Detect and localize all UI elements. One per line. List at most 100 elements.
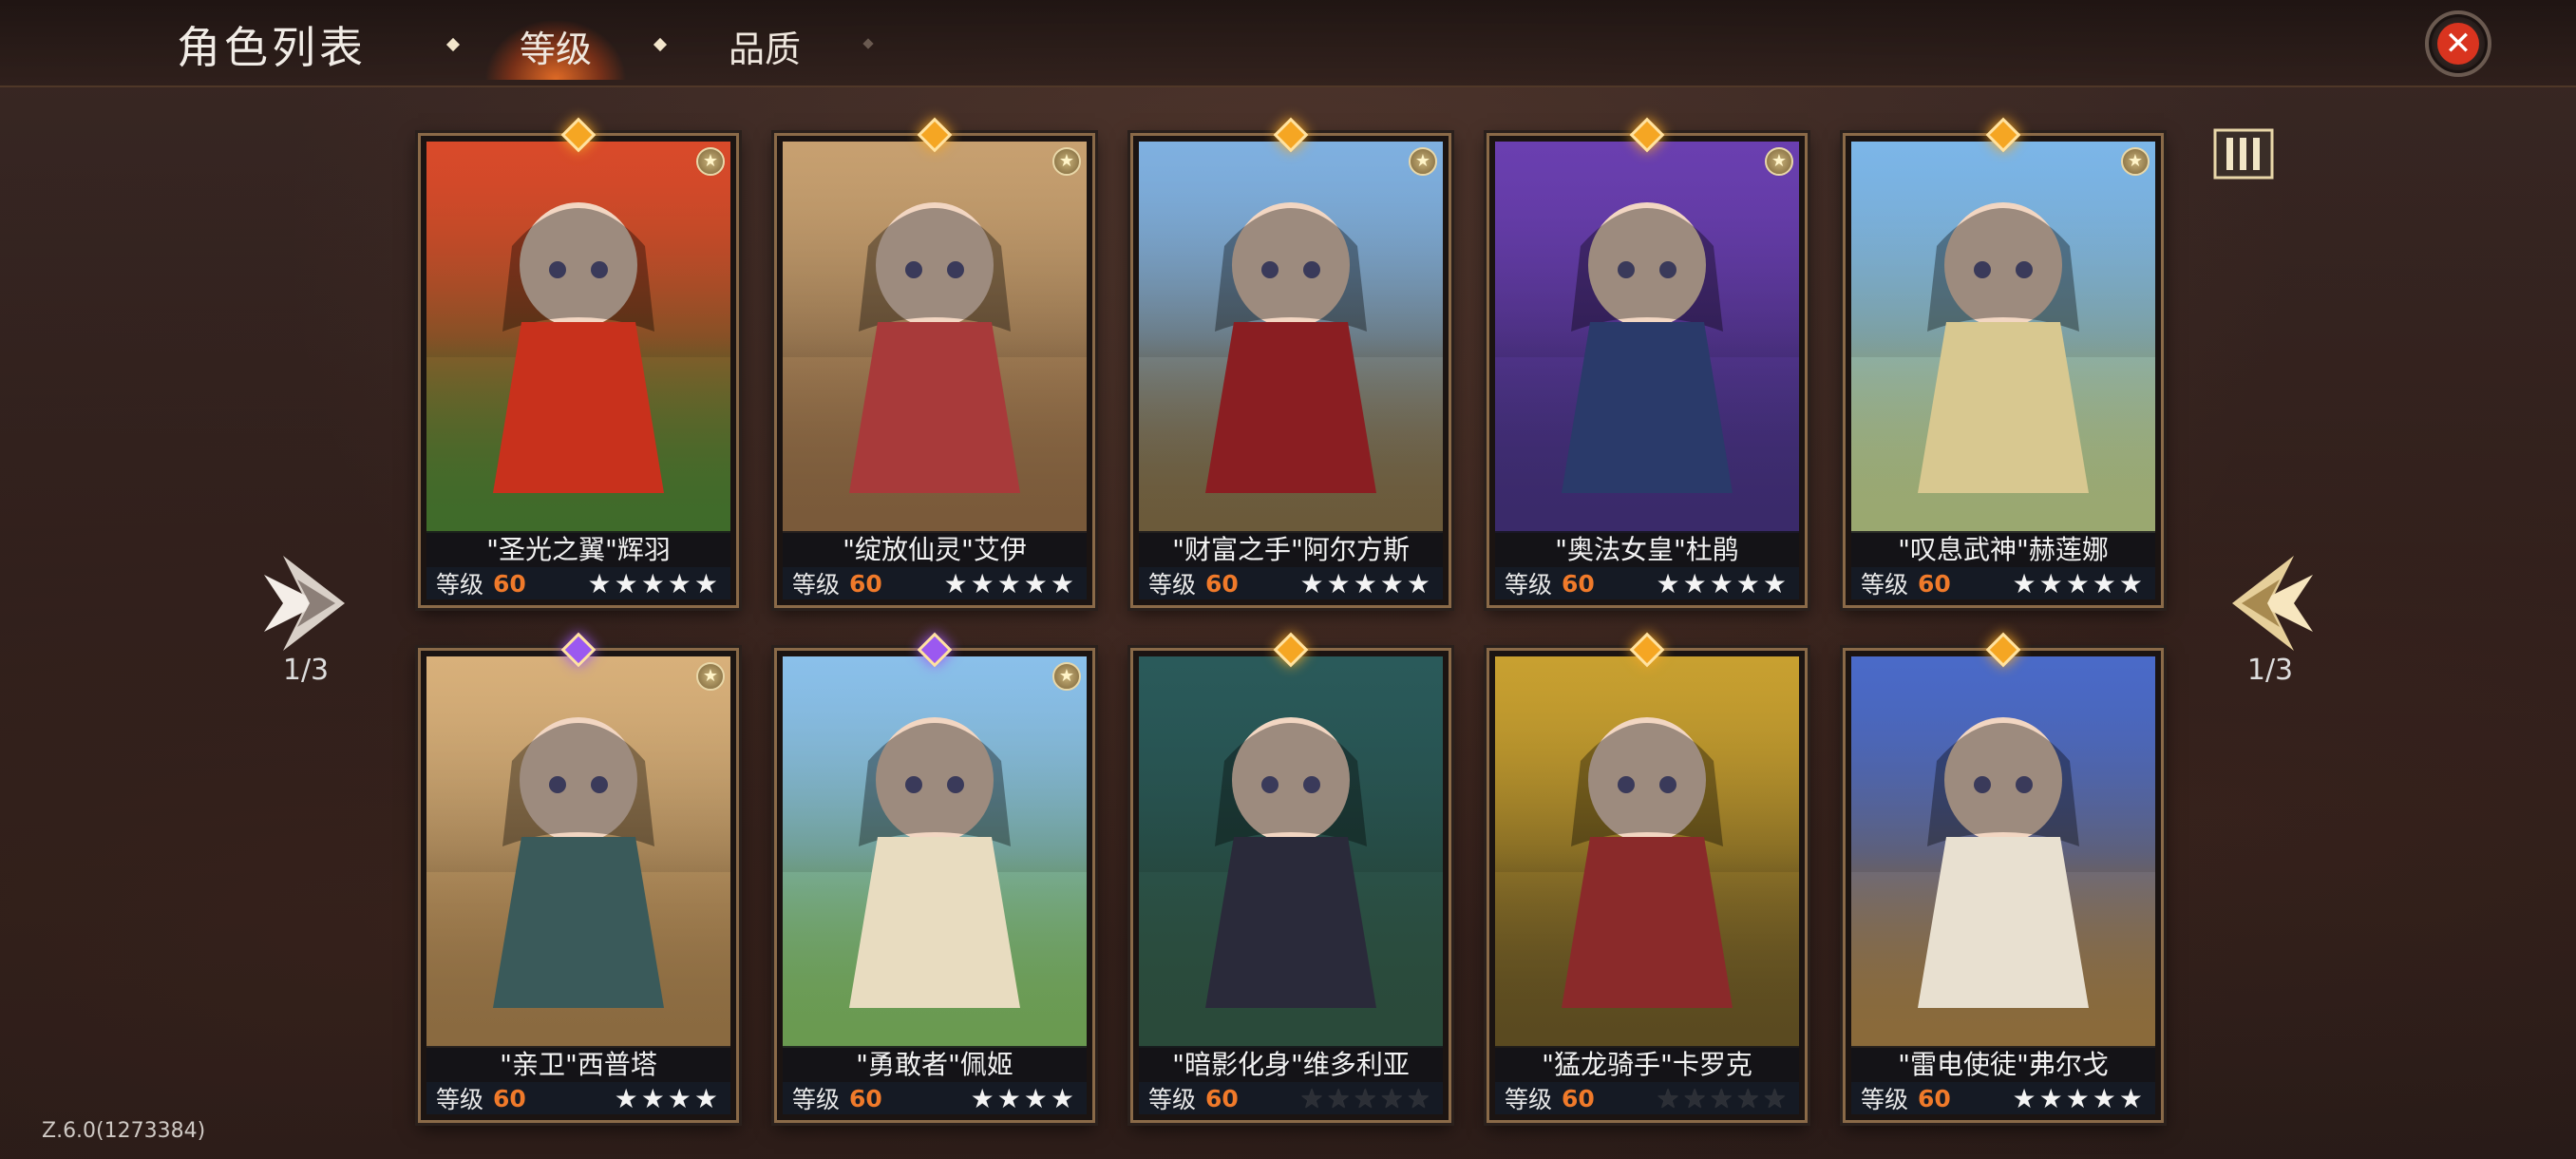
character-portrait	[783, 656, 1087, 1048]
version-label: Z.6.0(1273384)	[42, 1119, 206, 1143]
close-icon: ✕	[2437, 23, 2479, 65]
level-label: 等级	[1505, 1086, 1553, 1113]
character-name: "勇敢者"佩姬	[783, 1046, 1087, 1084]
character-figure	[1918, 202, 2089, 493]
character-name: "奥法女皇"杜鹃	[1495, 531, 1799, 569]
favorite-badge-icon: ★	[696, 662, 725, 691]
tab-divider	[862, 38, 874, 49]
card-footer: 等级 60 ★★★★	[783, 1082, 1087, 1114]
next-page-arrow-icon[interactable]	[2227, 551, 2322, 656]
character-figure	[493, 717, 664, 1008]
star-rating: ★★★★★	[1299, 567, 1433, 599]
star-rating: ★★★★★	[587, 567, 721, 599]
character-card[interactable]: "猛龙骑手"卡罗克 等级 60 ★★★★★	[1487, 632, 1808, 1123]
page-indicator-right: 1/3	[2246, 654, 2294, 687]
character-card[interactable]: ★ "勇敢者"佩姬 等级 60 ★★★★	[774, 632, 1095, 1123]
character-name: "绽放仙灵"艾伊	[783, 531, 1087, 569]
star-rating: ★★★★★	[943, 567, 1077, 599]
favorite-badge-icon: ★	[696, 147, 725, 176]
character-portrait	[426, 656, 730, 1048]
character-figure	[1205, 202, 1376, 493]
character-portrait	[1495, 656, 1799, 1048]
favorite-badge-icon: ★	[1052, 662, 1081, 691]
level-value: 60	[1918, 1084, 1951, 1112]
tab-quality[interactable]: 品质	[703, 19, 826, 80]
grid-menu-icon[interactable]	[2213, 128, 2274, 180]
previous-page-arrow-icon[interactable]	[255, 551, 350, 656]
character-portrait	[1495, 142, 1799, 533]
favorite-badge-icon: ★	[2121, 147, 2150, 176]
level-label: 等级	[1861, 1086, 1909, 1113]
character-card[interactable]: "暗影化身"维多利亚 等级 60 ★★★★★	[1130, 632, 1451, 1123]
character-portrait	[783, 142, 1087, 533]
level-label: 等级	[436, 571, 484, 598]
character-portrait	[1851, 142, 2155, 533]
character-card[interactable]: ★ "奥法女皇"杜鹃 等级 60 ★★★★★	[1487, 117, 1808, 608]
tab-divider	[653, 37, 668, 52]
star-rating: ★★★★★	[1656, 1082, 1790, 1114]
level-value: 60	[1205, 569, 1239, 598]
level-value: 60	[1918, 569, 1951, 598]
character-name: "亲卫"西普塔	[426, 1046, 730, 1084]
star-rating: ★★★★	[970, 1082, 1077, 1114]
level-value: 60	[849, 569, 882, 598]
character-card[interactable]: ★ "绽放仙灵"艾伊 等级 60 ★★★★★	[774, 117, 1095, 608]
level-label: 等级	[1148, 1086, 1197, 1113]
character-portrait	[1139, 656, 1443, 1048]
level-label: 等级	[1505, 571, 1553, 598]
character-figure	[849, 717, 1020, 1008]
character-figure	[1205, 717, 1376, 1008]
level-value: 60	[493, 569, 526, 598]
character-figure	[1918, 717, 2089, 1008]
level-label: 等级	[792, 571, 841, 598]
card-footer: 等级 60 ★★★★★	[1139, 1082, 1443, 1114]
card-footer: 等级 60 ★★★★★	[1851, 567, 2155, 599]
level-value: 60	[1562, 569, 1595, 598]
star-rating: ★★★★★	[2012, 1082, 2146, 1114]
page-title: 角色列表	[177, 22, 367, 73]
level-value: 60	[1562, 1084, 1595, 1112]
star-rating: ★★★★★	[1299, 1082, 1433, 1114]
card-footer: 等级 60 ★★★★★	[426, 567, 730, 599]
character-figure	[849, 202, 1020, 493]
favorite-badge-icon: ★	[1765, 147, 1793, 176]
character-name: "猛龙骑手"卡罗克	[1495, 1046, 1799, 1084]
tab-divider	[445, 37, 461, 52]
close-button[interactable]: ✕	[2425, 10, 2491, 77]
character-card[interactable]: ★ "亲卫"西普塔 等级 60 ★★★★	[418, 632, 739, 1123]
level-label: 等级	[436, 1086, 484, 1113]
character-name: "暗影化身"维多利亚	[1139, 1046, 1443, 1084]
character-figure	[1562, 717, 1733, 1008]
card-footer: 等级 60 ★★★★★	[1851, 1082, 2155, 1114]
card-footer: 等级 60 ★★★★	[426, 1082, 730, 1114]
level-value: 60	[493, 1084, 526, 1112]
favorite-badge-icon: ★	[1409, 147, 1437, 176]
card-footer: 等级 60 ★★★★★	[783, 567, 1087, 599]
card-footer: 等级 60 ★★★★★	[1139, 567, 1443, 599]
character-figure	[1562, 202, 1733, 493]
favorite-badge-icon: ★	[1052, 147, 1081, 176]
card-footer: 等级 60 ★★★★★	[1495, 567, 1799, 599]
star-rating: ★★★★	[614, 1082, 721, 1114]
tab-level[interactable]: 等级	[484, 19, 627, 80]
character-card[interactable]: ★ "财富之手"阿尔方斯 等级 60 ★★★★★	[1130, 117, 1451, 608]
level-label: 等级	[1148, 571, 1197, 598]
character-name: "雷电使徒"弗尔戈	[1851, 1046, 2155, 1084]
character-name: "叹息武神"赫莲娜	[1851, 531, 2155, 569]
level-value: 60	[849, 1084, 882, 1112]
character-card[interactable]: ★ "叹息武神"赫莲娜 等级 60 ★★★★★	[1843, 117, 2164, 608]
top-bar: 角色列表 等级 品质 ✕	[0, 0, 2576, 87]
page-indicator-left: 1/3	[282, 654, 330, 687]
character-name: "财富之手"阿尔方斯	[1139, 531, 1443, 569]
star-rating: ★★★★★	[1656, 567, 1790, 599]
level-value: 60	[1205, 1084, 1239, 1112]
level-label: 等级	[1861, 571, 1909, 598]
character-card[interactable]: "雷电使徒"弗尔戈 等级 60 ★★★★★	[1843, 632, 2164, 1123]
character-portrait	[1851, 656, 2155, 1048]
card-footer: 等级 60 ★★★★★	[1495, 1082, 1799, 1114]
character-portrait	[1139, 142, 1443, 533]
character-name: "圣光之翼"辉羽	[426, 531, 730, 569]
character-portrait	[426, 142, 730, 533]
character-figure	[493, 202, 664, 493]
character-card[interactable]: ★ "圣光之翼"辉羽 等级 60 ★★★★★	[418, 117, 739, 608]
